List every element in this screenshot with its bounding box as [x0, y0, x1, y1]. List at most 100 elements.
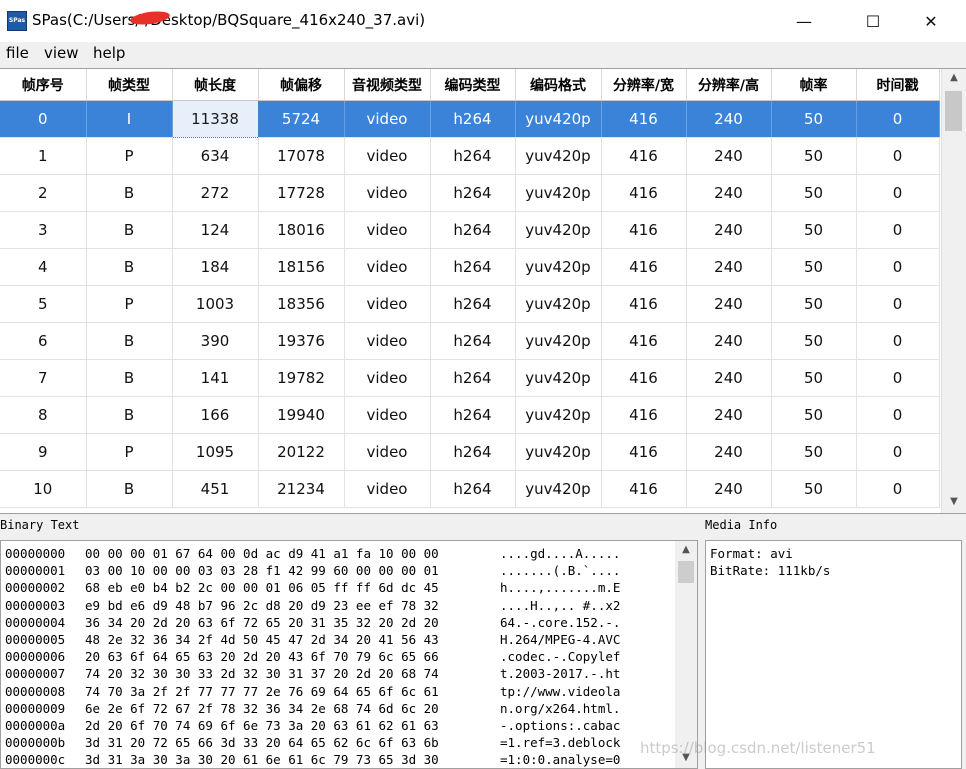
menu-help[interactable]: help — [93, 44, 125, 62]
table-cell[interactable]: h264 — [430, 433, 516, 471]
scroll-thumb[interactable] — [678, 561, 694, 583]
table-cell[interactable]: B — [86, 248, 173, 286]
table-row[interactable]: 3 B 124 18016 video h264 yuv420p 416 240 50 0 — [0, 211, 940, 249]
column-header[interactable]: 分辨率/宽 — [601, 69, 687, 101]
table-cell[interactable]: 240 — [686, 137, 772, 175]
table-cell[interactable]: 0 — [0, 100, 87, 138]
table-cell[interactable]: video — [344, 359, 431, 397]
table-cell[interactable]: 416 — [601, 470, 687, 508]
table-cell[interactable]: 0 — [856, 248, 940, 286]
scroll-up-arrow-icon[interactable]: ▲ — [675, 541, 697, 559]
table-cell[interactable]: 240 — [686, 100, 772, 138]
table-cell[interactable]: B — [86, 359, 173, 397]
table-cell[interactable]: h264 — [430, 100, 516, 138]
table-cell[interactable]: 184 — [172, 248, 259, 286]
table-cell[interactable]: 416 — [601, 137, 687, 175]
table-row[interactable]: 5 P 1003 18356 video h264 yuv420p 416 240 50 0 — [0, 285, 940, 323]
table-cell[interactable]: I — [86, 100, 173, 138]
column-header[interactable]: 分辨率/高 — [686, 69, 772, 101]
table-cell[interactable]: 416 — [601, 100, 687, 138]
table-cell[interactable]: video — [344, 211, 431, 249]
table-cell[interactable]: video — [344, 470, 431, 508]
column-header[interactable]: 音视频类型 — [344, 69, 431, 101]
table-cell[interactable]: 634 — [172, 137, 259, 175]
scroll-down-arrow-icon[interactable]: ▼ — [942, 493, 966, 511]
table-row[interactable]: 2 B 272 17728 video h264 yuv420p 416 240 50 0 — [0, 174, 940, 212]
binary-text-view[interactable]: 00000000 00 00 00 01 67 64 00 0d ac d9 41… — [0, 540, 698, 769]
table-row[interactable]: 9 P 1095 20122 video h264 yuv420p 416 240 50 0 — [0, 433, 940, 471]
table-cell[interactable]: yuv420p — [515, 100, 602, 138]
table-cell[interactable]: 50 — [771, 433, 857, 471]
table-cell[interactable]: 240 — [686, 433, 772, 471]
table-cell[interactable]: video — [344, 322, 431, 360]
table-cell[interactable]: yuv420p — [515, 285, 602, 323]
table-cell[interactable]: yuv420p — [515, 137, 602, 175]
table-cell[interactable]: 272 — [172, 174, 259, 212]
table-cell[interactable]: 416 — [601, 359, 687, 397]
table-cell[interactable]: 240 — [686, 248, 772, 286]
table-cell[interactable]: yuv420p — [515, 396, 602, 434]
table-cell[interactable]: 18016 — [258, 211, 345, 249]
scroll-thumb[interactable] — [945, 91, 962, 131]
table-cell[interactable]: B — [86, 470, 173, 508]
table-cell[interactable]: 20122 — [258, 433, 345, 471]
table-cell[interactable]: yuv420p — [515, 359, 602, 397]
table-cell[interactable]: video — [344, 100, 431, 138]
table-cell[interactable]: 416 — [601, 248, 687, 286]
column-header[interactable]: 时间戳 — [856, 69, 940, 101]
table-cell[interactable]: 240 — [686, 285, 772, 323]
table-cell[interactable]: 19782 — [258, 359, 345, 397]
maximize-button[interactable]: ☐ — [850, 0, 896, 42]
table-cell[interactable]: 50 — [771, 396, 857, 434]
table-cell[interactable]: 50 — [771, 211, 857, 249]
table-cell[interactable]: h264 — [430, 248, 516, 286]
table-cell[interactable]: 141 — [172, 359, 259, 397]
table-cell[interactable]: 17078 — [258, 137, 345, 175]
table-cell[interactable]: 240 — [686, 211, 772, 249]
table-cell[interactable]: h264 — [430, 322, 516, 360]
table-cell[interactable]: 5 — [0, 285, 87, 323]
table-cell[interactable]: 0 — [856, 396, 940, 434]
table-cell[interactable]: yuv420p — [515, 174, 602, 212]
table-cell[interactable]: B — [86, 211, 173, 249]
table-cell[interactable]: 240 — [686, 359, 772, 397]
minimize-button[interactable]: — — [781, 0, 827, 42]
table-cell[interactable]: 416 — [601, 322, 687, 360]
table-cell[interactable]: 9 — [0, 433, 87, 471]
table-cell[interactable]: 0 — [856, 174, 940, 212]
table-cell[interactable]: 0 — [856, 433, 940, 471]
table-cell[interactable]: h264 — [430, 396, 516, 434]
table-cell[interactable]: 5724 — [258, 100, 345, 138]
table-cell[interactable]: 21234 — [258, 470, 345, 508]
table-cell[interactable]: yuv420p — [515, 211, 602, 249]
table-cell[interactable]: 50 — [771, 322, 857, 360]
table-cell[interactable]: 50 — [771, 359, 857, 397]
table-row[interactable]: 7 B 141 19782 video h264 yuv420p 416 240 50 0 — [0, 359, 940, 397]
column-header[interactable]: 帧类型 — [86, 69, 173, 101]
table-cell[interactable]: 4 — [0, 248, 87, 286]
table-cell[interactable]: video — [344, 248, 431, 286]
table-cell[interactable]: P — [86, 137, 173, 175]
table-cell[interactable]: 0 — [856, 470, 940, 508]
binary-vertical-scrollbar[interactable]: ▲ ▼ — [675, 541, 697, 768]
table-cell[interactable]: h264 — [430, 359, 516, 397]
table-row[interactable]: 4 B 184 18156 video h264 yuv420p 416 240 50 0 — [0, 248, 940, 286]
table-cell[interactable]: h264 — [430, 285, 516, 323]
table-cell[interactable]: video — [344, 433, 431, 471]
table-cell[interactable]: 416 — [601, 396, 687, 434]
table-row[interactable]: 0 I 11338 5724 video h264 yuv420p 416 240 50 0 — [0, 100, 940, 138]
table-cell[interactable]: yuv420p — [515, 470, 602, 508]
table-cell[interactable]: 19940 — [258, 396, 345, 434]
table-cell[interactable]: P — [86, 285, 173, 323]
table-cell[interactable]: yuv420p — [515, 433, 602, 471]
table-cell[interactable]: yuv420p — [515, 248, 602, 286]
table-cell[interactable]: h264 — [430, 211, 516, 249]
table-cell[interactable]: 50 — [771, 100, 857, 138]
table-cell[interactable]: 50 — [771, 137, 857, 175]
table-cell[interactable]: 50 — [771, 285, 857, 323]
table-cell[interactable]: 11338 — [171, 100, 259, 138]
table-cell[interactable]: 240 — [686, 396, 772, 434]
table-cell[interactable]: 0 — [856, 137, 940, 175]
table-cell[interactable]: 50 — [771, 248, 857, 286]
table-row[interactable]: 1 P 634 17078 video h264 yuv420p 416 240 50 0 — [0, 137, 940, 175]
